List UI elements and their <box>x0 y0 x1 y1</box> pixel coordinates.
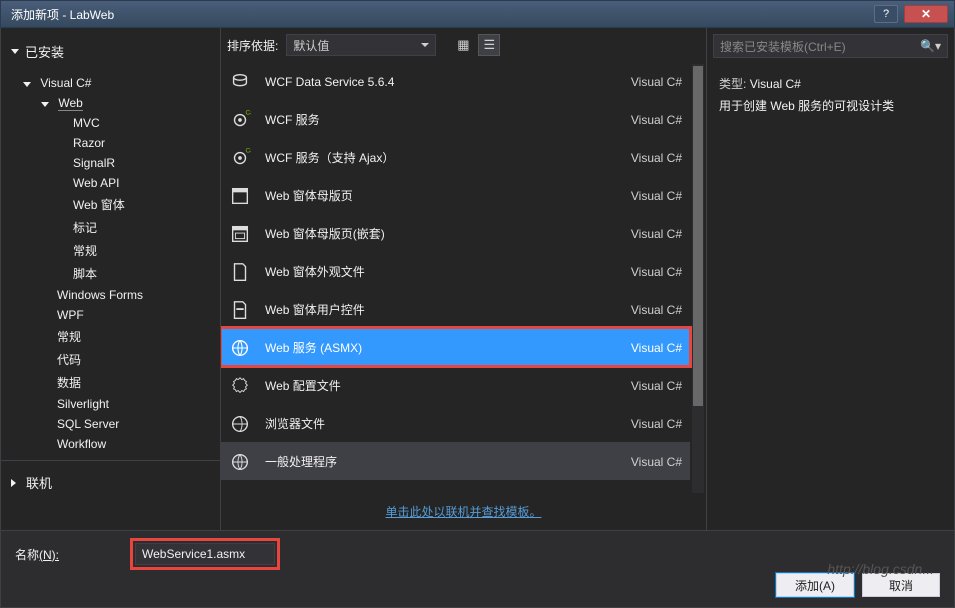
online-search-link-row: 单击此处以联机并查找模板。 <box>221 493 706 530</box>
type-label: 类型: <box>719 77 746 91</box>
type-description: 用于创建 Web 服务的可视设计类 <box>719 96 942 118</box>
grid-icon <box>457 37 469 53</box>
online-search-link[interactable]: 单击此处以联机并查找模板。 <box>385 505 541 519</box>
online-label: 联机 <box>26 473 52 492</box>
tree-node-general[interactable]: 常规 <box>1 239 220 262</box>
tree-node-markup[interactable]: 标记 <box>1 216 220 239</box>
wcf-ajax-icon: C# <box>229 147 251 169</box>
name-label: 名称(N): <box>15 546 59 563</box>
tree-node-general2[interactable]: 常规 <box>1 325 220 348</box>
tree-node-webapi[interactable]: Web API <box>1 173 220 193</box>
nested-master-icon <box>229 223 251 245</box>
view-list-button[interactable] <box>478 34 500 56</box>
tree-node-signalr[interactable]: SignalR <box>1 153 220 173</box>
tree-node-silverlight[interactable]: Silverlight <box>1 394 220 414</box>
help-button[interactable]: ? <box>874 5 898 23</box>
list-item[interactable]: Web 窗体用户控件 Visual C# <box>221 290 690 328</box>
list-item[interactable]: C# WCF 服务（支持 Ajax） Visual C# <box>221 138 690 176</box>
toolbar: 排序依据: 默认值 <box>221 28 706 62</box>
search-input[interactable]: 搜索已安装模板(Ctrl+E) 🔍▾ <box>713 34 948 58</box>
template-center: 排序依据: 默认值 WCF Data Service 5.6.4 Visual … <box>221 28 706 530</box>
tree-node-code[interactable]: 代码 <box>1 348 220 371</box>
right-panel: 搜索已安装模板(Ctrl+E) 🔍▾ 类型: Visual C# 用于创建 We… <box>706 28 954 530</box>
tree-node-sqlserver[interactable]: SQL Server <box>1 414 220 434</box>
user-control-icon <box>229 299 251 321</box>
window-title: 添加新项 - LabWeb <box>11 6 874 23</box>
search-placeholder: 搜索已安装模板(Ctrl+E) <box>720 38 846 55</box>
tree-node-web[interactable]: Web <box>1 93 220 113</box>
master-page-icon <box>229 185 251 207</box>
sort-value: 默认值 <box>293 37 329 54</box>
sidebar-installed-header[interactable]: 已安装 <box>1 36 220 67</box>
chevron-down-icon <box>23 82 31 87</box>
sort-label: 排序依据: <box>227 37 278 54</box>
tree-node-data[interactable]: 数据 <box>1 371 220 394</box>
list-item[interactable]: C# WCF 服务 Visual C# <box>221 100 690 138</box>
dialog-buttons: 添加(A) 取消 <box>776 573 940 597</box>
list-item[interactable]: Web 服务 (ASMX) Visual C# <box>221 328 690 366</box>
chevron-down-icon <box>11 49 19 54</box>
list-item[interactable]: Web 窗体外观文件 Visual C# <box>221 252 690 290</box>
list-icon <box>484 37 496 53</box>
type-value: Visual C# <box>750 77 801 91</box>
name-input[interactable] <box>135 543 275 565</box>
web-service-icon <box>229 337 251 359</box>
tree-node-mvc[interactable]: MVC <box>1 113 220 133</box>
name-highlight <box>133 541 277 567</box>
search-icon: 🔍▾ <box>920 39 941 53</box>
svg-text:C#: C# <box>246 147 252 154</box>
tree-node-csharp[interactable]: Visual C# <box>1 73 220 93</box>
chevron-down-icon <box>41 102 49 107</box>
window-controls: ? ✕ <box>874 5 954 23</box>
config-file-icon <box>229 375 251 397</box>
titlebar: 添加新项 - LabWeb ? ✕ <box>0 0 955 28</box>
browser-file-icon <box>229 413 251 435</box>
installed-label: 已安装 <box>25 42 64 61</box>
tree-node-workflow[interactable]: Workflow <box>1 434 220 454</box>
tree-node-scripts[interactable]: 脚本 <box>1 262 220 285</box>
view-grid-button[interactable] <box>452 34 474 56</box>
sidebar: 已安装 Visual C# Web MVC Razor SignalR Web … <box>1 28 221 530</box>
list-item[interactable]: WCF Data Service 5.6.4 Visual C# <box>221 62 690 100</box>
list-item[interactable]: 一般处理程序 Visual C# <box>221 442 690 480</box>
list-item[interactable]: Web 窗体母版页 Visual C# <box>221 176 690 214</box>
tree-node-winforms[interactable]: Windows Forms <box>1 285 220 305</box>
bottom-bar: 名称(N): 添加(A) 取消 http://blog.csdn... <box>0 530 955 608</box>
chevron-right-icon <box>11 479 20 487</box>
template-list: WCF Data Service 5.6.4 Visual C# C# WCF … <box>221 62 706 493</box>
close-button[interactable]: ✕ <box>904 5 948 23</box>
name-row: 名称(N): <box>15 541 940 567</box>
tree-node-razor[interactable]: Razor <box>1 133 220 153</box>
handler-icon <box>229 451 251 473</box>
scrollbar-thumb[interactable] <box>693 66 703 406</box>
add-button[interactable]: 添加(A) <box>776 573 854 597</box>
list-item[interactable]: Web 配置文件 Visual C# <box>221 366 690 404</box>
svg-text:C#: C# <box>246 109 252 116</box>
sort-combo[interactable]: 默认值 <box>286 34 436 56</box>
scrollbar[interactable] <box>692 64 704 493</box>
cancel-button[interactable]: 取消 <box>862 573 940 597</box>
tree-node-webforms[interactable]: Web 窗体 <box>1 193 220 216</box>
template-info: 类型: Visual C# 用于创建 Web 服务的可视设计类 <box>707 64 954 127</box>
skin-file-icon <box>229 261 251 283</box>
data-service-icon <box>229 71 251 93</box>
tree-node-wpf[interactable]: WPF <box>1 305 220 325</box>
list-item[interactable]: Web 窗体母版页(嵌套) Visual C# <box>221 214 690 252</box>
list-item[interactable]: 浏览器文件 Visual C# <box>221 404 690 442</box>
wcf-service-icon: C# <box>229 109 251 131</box>
sidebar-online-header[interactable]: 联机 <box>1 467 220 498</box>
